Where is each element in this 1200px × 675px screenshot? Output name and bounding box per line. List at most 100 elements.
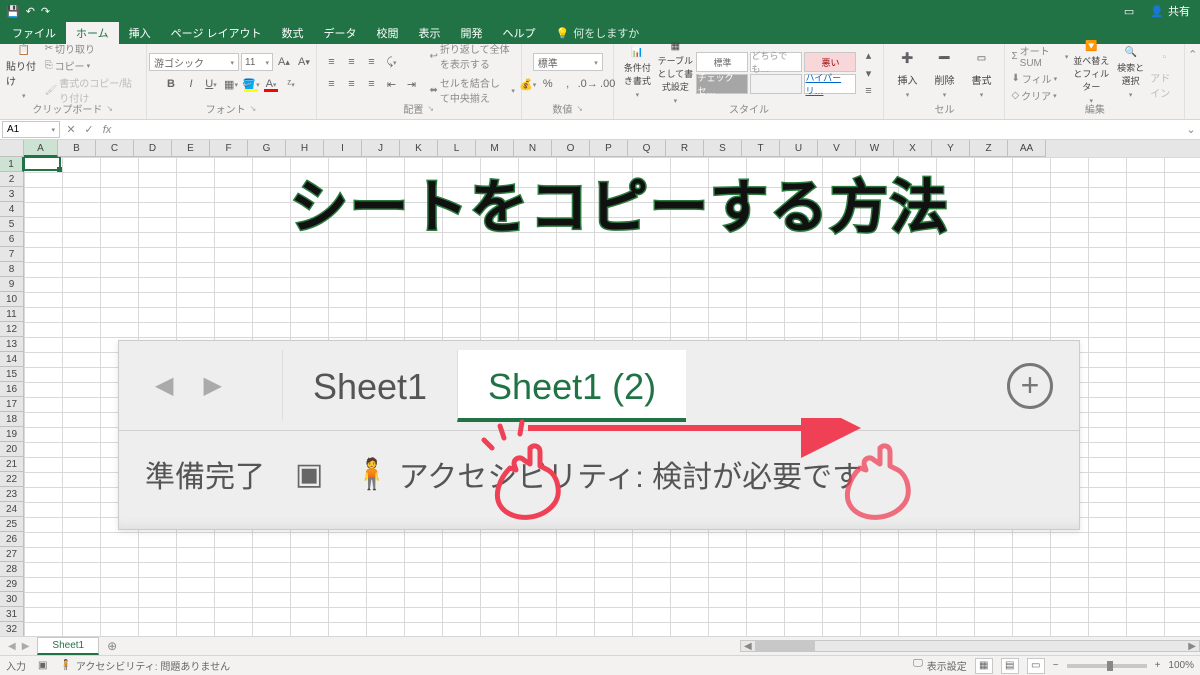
column-header[interactable]: C	[96, 140, 134, 157]
zoom-in-icon[interactable]: +	[1155, 660, 1161, 671]
wrap-text-button[interactable]: ↩折り返して全体を表示する	[430, 41, 515, 71]
column-header[interactable]: Z	[970, 140, 1008, 157]
row-header[interactable]: 13	[0, 337, 24, 352]
comma-icon[interactable]: ,	[559, 75, 577, 93]
select-all-corner[interactable]	[0, 140, 24, 157]
style-normal[interactable]: 標準	[696, 52, 748, 72]
tab-page-layout[interactable]: ページ レイアウト	[161, 22, 272, 44]
column-header[interactable]: F	[210, 140, 248, 157]
column-header[interactable]: I	[324, 140, 362, 157]
tell-me[interactable]: 💡 何をしますか	[546, 22, 650, 44]
row-header[interactable]: 3	[0, 187, 24, 202]
row-header[interactable]: 23	[0, 487, 24, 502]
accounting-icon[interactable]: 💰	[519, 75, 537, 93]
align-bottom-icon[interactable]: ≡	[363, 53, 381, 71]
expand-formula-bar-icon[interactable]: ⌄	[1182, 123, 1200, 136]
row-header[interactable]: 4	[0, 202, 24, 217]
sort-filter-button[interactable]: 🔽並べ替えとフィルター	[1071, 46, 1111, 100]
style-hyperlink[interactable]: ハイパーリ…	[804, 74, 856, 94]
page-break-view-icon[interactable]: ▭	[1027, 658, 1045, 674]
bold-button[interactable]: B	[162, 75, 180, 93]
column-header[interactable]: E	[172, 140, 210, 157]
insert-cells-button[interactable]: ➕挿入	[890, 46, 924, 100]
align-center-icon[interactable]: ≡	[343, 75, 361, 93]
autosum-button[interactable]: Σオート SUM	[1011, 43, 1068, 69]
row-header[interactable]: 28	[0, 562, 24, 577]
horizontal-scrollbar[interactable]: ◀▶	[740, 640, 1200, 652]
fill-color-button[interactable]: 🪣	[242, 75, 260, 93]
row-header[interactable]: 22	[0, 472, 24, 487]
column-headers[interactable]: ABCDEFGHIJKLMNOPQRSTUVWXYZAA	[0, 140, 1200, 157]
row-header[interactable]: 25	[0, 517, 24, 532]
column-header[interactable]: O	[552, 140, 590, 157]
phonetic-button[interactable]: ᶻ	[282, 75, 300, 93]
cut-button[interactable]: ✂切り取り	[45, 41, 140, 56]
align-top-icon[interactable]: ≡	[323, 53, 341, 71]
row-header[interactable]: 6	[0, 232, 24, 247]
delete-cells-button[interactable]: ➖削除	[927, 46, 961, 100]
column-header[interactable]: S	[704, 140, 742, 157]
decrease-indent-icon[interactable]: ⇤	[383, 75, 401, 93]
column-header[interactable]: T	[742, 140, 780, 157]
orientation-icon[interactable]: ⤹	[383, 53, 401, 71]
worksheet-area[interactable]: ABCDEFGHIJKLMNOPQRSTUVWXYZAA 12345678910…	[0, 140, 1200, 636]
zoom-slider[interactable]	[1067, 664, 1147, 668]
font-color-button[interactable]: A	[262, 75, 280, 93]
tab-review[interactable]: 校閲	[367, 22, 409, 44]
page-layout-view-icon[interactable]: ▤	[1001, 658, 1019, 674]
row-header[interactable]: 1	[0, 157, 24, 172]
row-header[interactable]: 15	[0, 367, 24, 382]
column-header[interactable]: K	[400, 140, 438, 157]
dialog-launcher-icon[interactable]	[250, 103, 257, 114]
sheet-nav-next-icon[interactable]: ▶	[22, 641, 30, 652]
row-headers[interactable]: 1234567891011121314151617181920212223242…	[0, 140, 24, 636]
column-header[interactable]: L	[438, 140, 476, 157]
formula-input[interactable]	[116, 124, 1182, 135]
ribbon-options-icon[interactable]: ▭	[1124, 5, 1134, 18]
column-header[interactable]: V	[818, 140, 856, 157]
style-check[interactable]: チェック セ…	[696, 74, 748, 94]
column-header[interactable]: R	[666, 140, 704, 157]
style-more-icon[interactable]: ≡	[859, 82, 877, 100]
row-header[interactable]: 11	[0, 307, 24, 322]
font-size-select[interactable]: 11	[241, 53, 273, 71]
row-header[interactable]: 31	[0, 607, 24, 622]
column-header[interactable]: W	[856, 140, 894, 157]
scrollbar-thumb[interactable]	[755, 641, 815, 651]
share-button[interactable]: 👤 共有	[1150, 3, 1190, 19]
active-cell[interactable]	[23, 156, 61, 171]
column-header[interactable]: M	[476, 140, 514, 157]
style-bad[interactable]: 悪い	[804, 52, 856, 72]
column-header[interactable]: B	[58, 140, 96, 157]
enter-formula-icon[interactable]: ✓	[80, 123, 98, 136]
find-select-button[interactable]: 🔍検索と選択	[1114, 46, 1147, 100]
align-right-icon[interactable]: ≡	[363, 75, 381, 93]
increase-indent-icon[interactable]: ⇥	[403, 75, 421, 93]
style-scroll-down-icon[interactable]: ▾	[859, 64, 877, 82]
dialog-launcher-icon[interactable]	[106, 103, 113, 114]
tab-data[interactable]: データ	[314, 22, 367, 44]
row-header[interactable]: 30	[0, 592, 24, 607]
fx-icon[interactable]: fx	[98, 124, 116, 136]
style-blank[interactable]	[750, 74, 802, 94]
copy-button[interactable]: ⎘コピー	[45, 58, 140, 73]
underline-button[interactable]: U	[202, 75, 220, 93]
row-header[interactable]: 7	[0, 247, 24, 262]
collapse-ribbon-icon[interactable]: ⌃	[1185, 44, 1200, 119]
row-header[interactable]: 29	[0, 577, 24, 592]
align-middle-icon[interactable]: ≡	[343, 53, 361, 71]
undo-icon[interactable]: ↶	[26, 5, 35, 18]
column-header[interactable]: Y	[932, 140, 970, 157]
row-header[interactable]: 16	[0, 382, 24, 397]
row-header[interactable]: 2	[0, 172, 24, 187]
number-format-select[interactable]: 標準	[533, 53, 603, 71]
column-header[interactable]: J	[362, 140, 400, 157]
tab-formulas[interactable]: 数式	[272, 22, 314, 44]
style-neutral[interactable]: どちらでも…	[750, 52, 802, 72]
sheet-nav-prev-icon[interactable]: ◀	[8, 641, 16, 652]
zoom-level[interactable]: 100%	[1168, 660, 1194, 671]
macro-icon[interactable]: ▣	[38, 660, 47, 671]
column-header[interactable]: X	[894, 140, 932, 157]
column-header[interactable]: Q	[628, 140, 666, 157]
column-header[interactable]: P	[590, 140, 628, 157]
